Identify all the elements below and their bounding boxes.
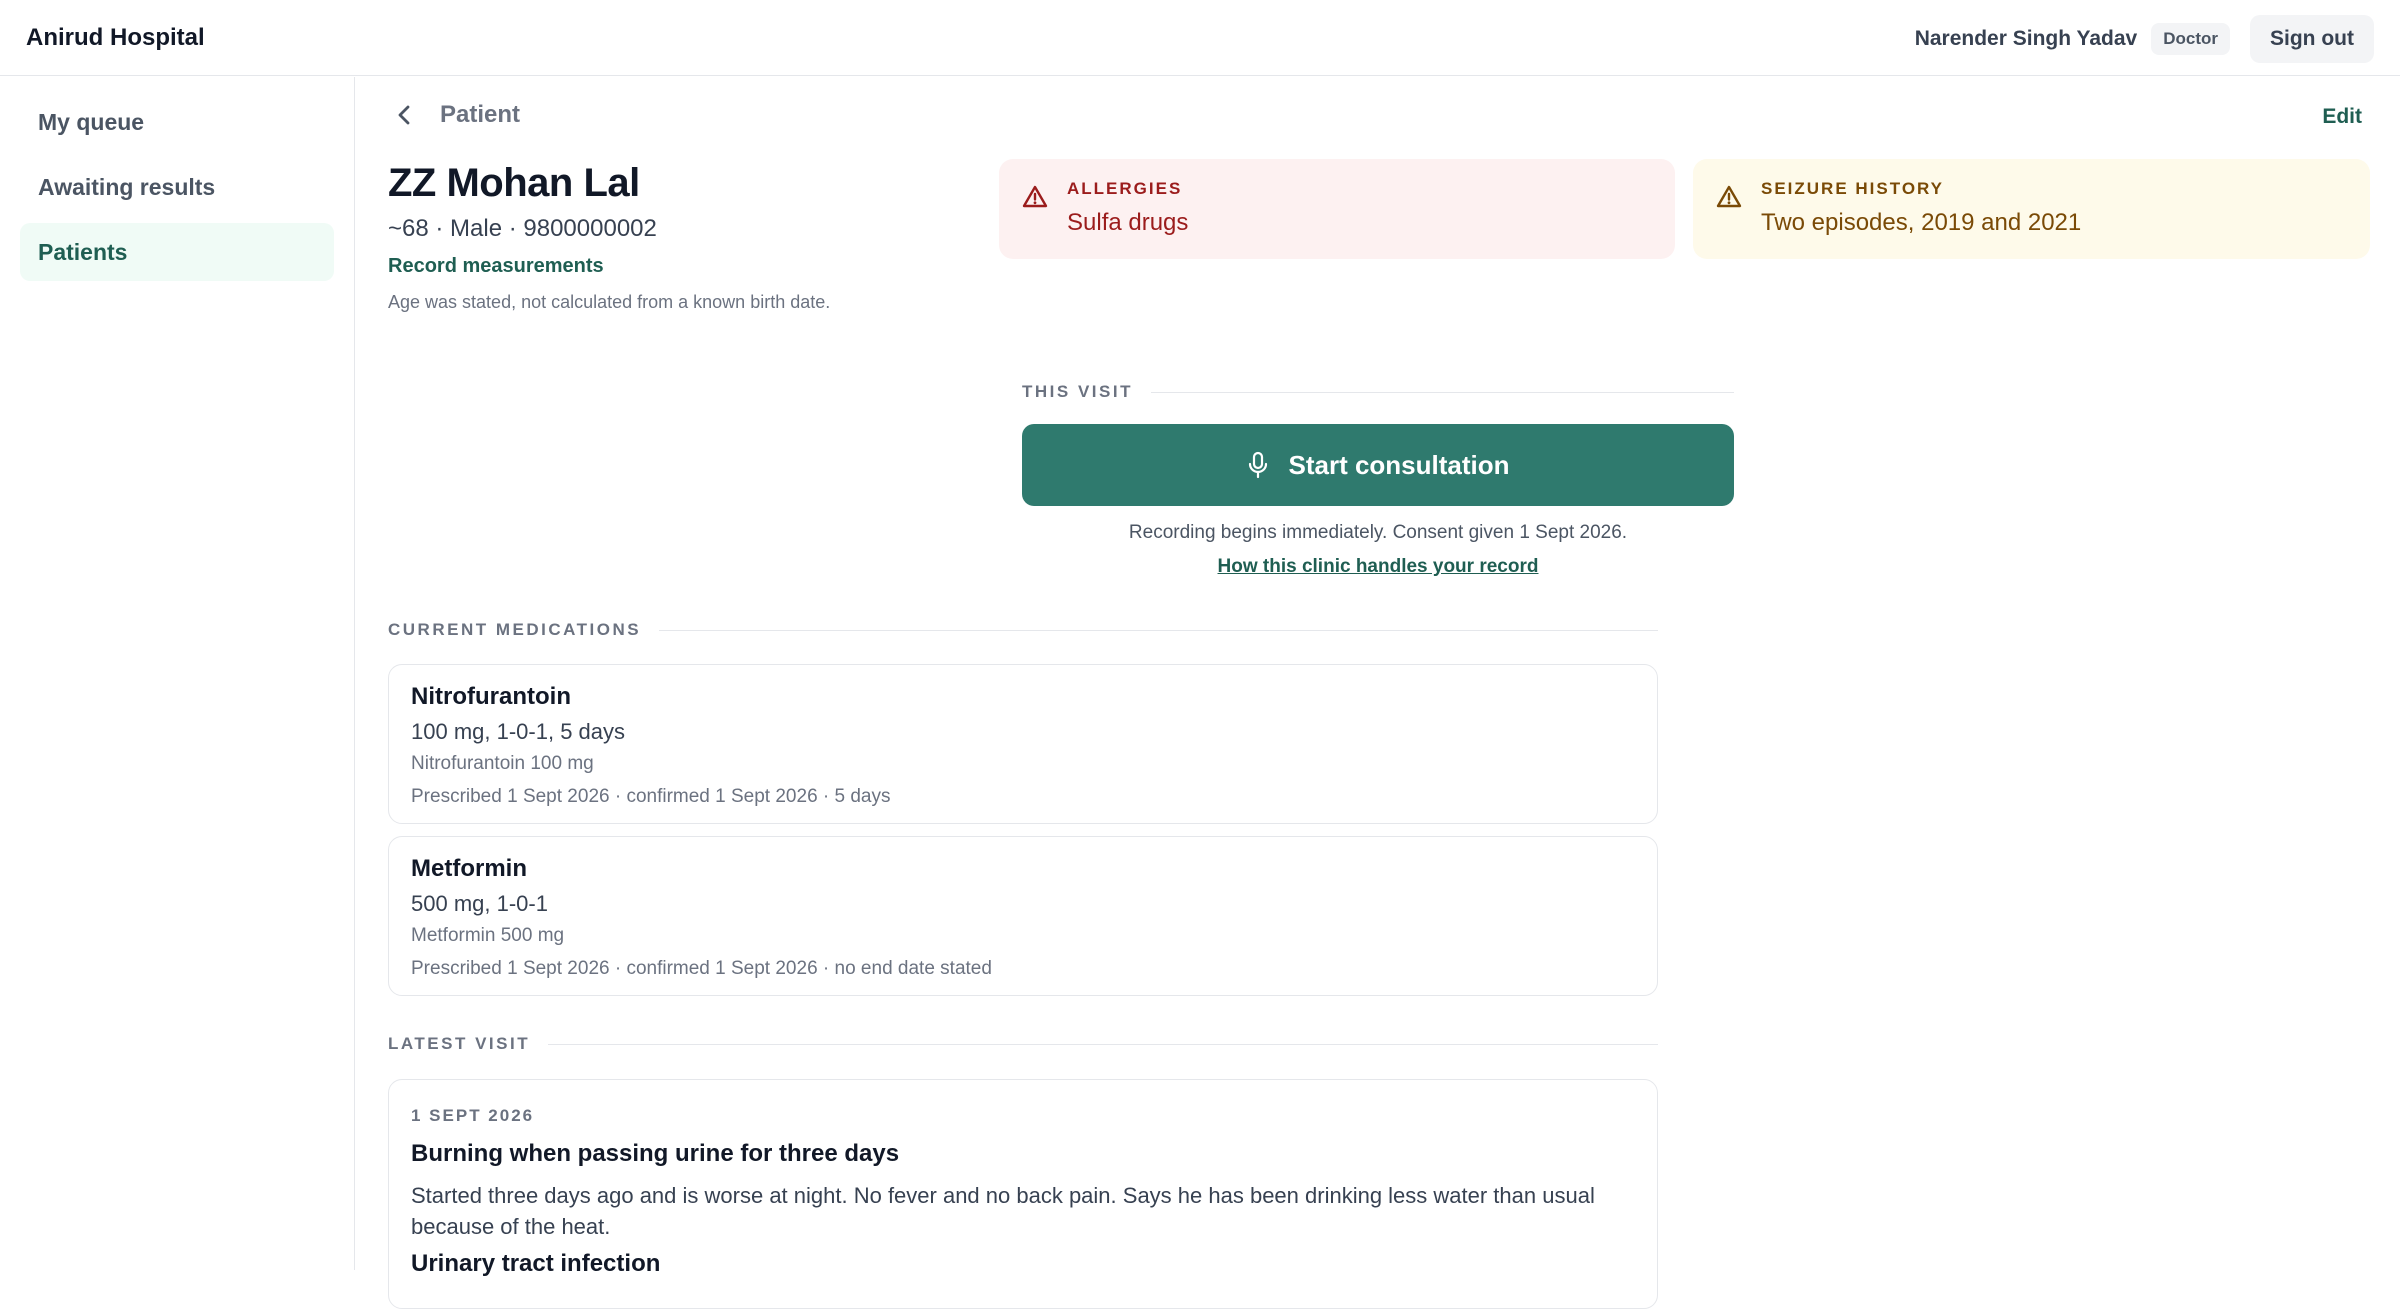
page-title: Patient xyxy=(440,101,521,128)
latest-visit-card[interactable]: 1 SEPT 2026 Burning when passing urine f… xyxy=(388,1079,1658,1309)
visit-date: 1 SEPT 2026 xyxy=(411,1106,535,1125)
chevron-left-icon[interactable] xyxy=(392,102,418,128)
start-consultation-button[interactable]: Start consultation xyxy=(1022,424,1734,506)
record-measurements-link[interactable]: Record measurements xyxy=(388,255,604,278)
recording-note: Recording begins immediately. Consent gi… xyxy=(1128,522,1628,543)
medication-history: Prescribed 1 Sept 2026 · confirmed 1 Sep… xyxy=(411,958,992,979)
seizure-alert: SEIZURE HISTORY Two episodes, 2019 and 2… xyxy=(1693,159,2370,259)
main-content: Patient Edit ZZ Mohan Lal ~68 · Male · 9… xyxy=(356,77,2400,1309)
medication-history: Prescribed 1 Sept 2026 · confirmed 1 Sep… xyxy=(411,786,891,807)
medication-dose: 100 mg, 1-0-1, 5 days xyxy=(411,719,626,744)
warning-triangle-icon xyxy=(1715,183,1743,211)
visit-notes: Started three days ago and is worse at n… xyxy=(411,1183,1595,1239)
latest-visit-label: LATEST VISIT xyxy=(388,1034,531,1053)
back-row: Patient xyxy=(392,101,520,129)
sign-out-button[interactable]: Sign out xyxy=(2250,15,2374,63)
sidebar-item-patients[interactable]: Patients xyxy=(20,223,334,281)
divider xyxy=(659,629,1658,631)
medication-card[interactable]: Metformin 500 mg, 1-0-1 Metformin 500 mg… xyxy=(388,836,1658,996)
top-bar: Anirud Hospital Narender Singh Yadav Doc… xyxy=(0,0,2400,76)
patient-name: ZZ Mohan Lal xyxy=(388,161,640,205)
medication-generic: Nitrofurantoin 100 mg xyxy=(411,753,594,774)
seizure-alert-title: SEIZURE HISTORY xyxy=(1761,179,1945,198)
sidebar-item-awaiting-results[interactable]: Awaiting results xyxy=(20,158,334,216)
microphone-icon xyxy=(1246,450,1270,480)
user-area: Narender Singh Yadav Doctor Sign out xyxy=(1914,15,2374,63)
latest-visit-heading: LATEST VISIT xyxy=(388,1034,1658,1054)
role-badge: Doctor xyxy=(2151,23,2231,55)
age-note: Age was stated, not calculated from a kn… xyxy=(388,292,831,312)
start-consultation-label: Start consultation xyxy=(1288,449,1510,480)
medication-generic: Metformin 500 mg xyxy=(411,925,565,946)
divider xyxy=(1150,391,1734,393)
medication-name: Metformin xyxy=(411,855,527,882)
patient-meta: ~68 · Male · 9800000002 xyxy=(388,215,657,242)
seizure-alert-value: Two episodes, 2019 and 2021 xyxy=(1761,209,2082,236)
record-policy-link[interactable]: How this clinic handles your record xyxy=(1022,556,1734,578)
divider xyxy=(548,1043,1658,1045)
this-visit-heading: THIS VISIT xyxy=(1022,382,1734,402)
sidebar-item-my-queue[interactable]: My queue xyxy=(20,93,334,151)
this-visit-label: THIS VISIT xyxy=(1022,382,1133,401)
allergy-alert: ALLERGIES Sulfa drugs xyxy=(999,159,1675,259)
allergy-alert-value: Sulfa drugs xyxy=(1067,209,1189,236)
brand-name[interactable]: Anirud Hospital xyxy=(26,24,205,52)
visit-complaint: Burning when passing urine for three day… xyxy=(411,1140,900,1167)
medication-name: Nitrofurantoin xyxy=(411,683,571,710)
medication-card[interactable]: Nitrofurantoin 100 mg, 1-0-1, 5 days Nit… xyxy=(388,664,1658,824)
medications-heading: CURRENT MEDICATIONS xyxy=(388,620,1658,640)
allergy-alert-title: ALLERGIES xyxy=(1067,179,1183,198)
edit-link[interactable]: Edit xyxy=(2322,105,2362,129)
warning-triangle-icon xyxy=(1021,183,1049,211)
medication-dose: 500 mg, 1-0-1 xyxy=(411,891,548,916)
user-name: Narender Singh Yadav xyxy=(1914,27,2138,50)
sidebar: My queue Awaiting results Patients xyxy=(0,77,355,1270)
medications-label: CURRENT MEDICATIONS xyxy=(388,620,642,639)
visit-diagnosis: Urinary tract infection xyxy=(411,1250,661,1277)
